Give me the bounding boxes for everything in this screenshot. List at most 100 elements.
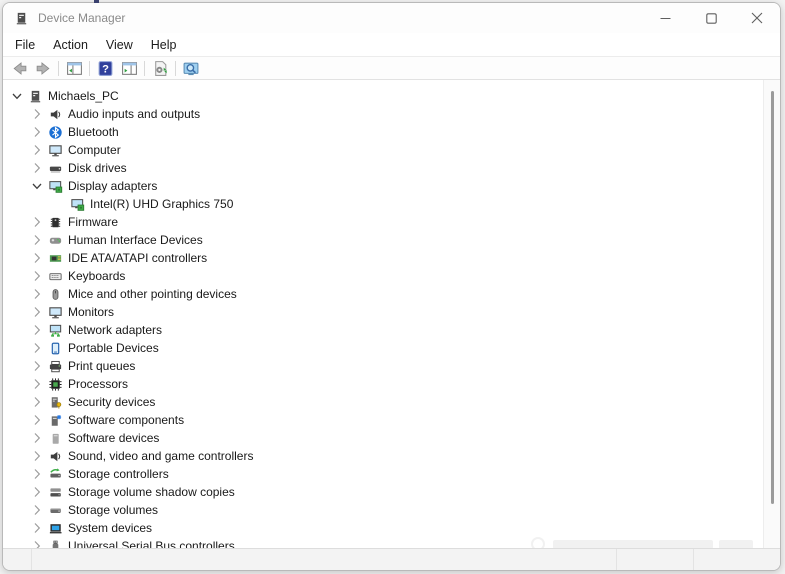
chevron-right-icon[interactable] xyxy=(29,142,45,158)
device-manager-app-icon xyxy=(14,11,29,26)
chevron-right-icon[interactable] xyxy=(29,322,45,338)
console-tree-icon xyxy=(66,60,83,77)
titlebar[interactable]: Device Manager xyxy=(3,3,780,33)
shadow-copies-icon xyxy=(47,484,63,500)
chevron-right-icon[interactable] xyxy=(29,106,45,122)
tree-item-label: Bluetooth xyxy=(68,125,119,139)
tree-item-label: Storage volume shadow copies xyxy=(68,485,235,499)
tree-item-computer[interactable]: Computer xyxy=(3,141,763,159)
tree-item-keyboards[interactable]: Keyboards xyxy=(3,267,763,285)
chevron-down-icon[interactable] xyxy=(29,178,45,194)
vertical-scrollbar[interactable] xyxy=(763,80,780,548)
forward-button[interactable] xyxy=(31,58,55,79)
tree-item-michaels-pc[interactable]: Michaels_PC xyxy=(3,87,763,105)
storage-controller-icon xyxy=(47,466,63,482)
chevron-right-icon[interactable] xyxy=(29,466,45,482)
tree-item-mice-and-other-pointing-devices[interactable]: Mice and other pointing devices xyxy=(3,285,763,303)
maximize-button[interactable] xyxy=(688,3,734,33)
tree-item-sound-video-and-game-controllers[interactable]: Sound, video and game controllers xyxy=(3,447,763,465)
chevron-right-icon[interactable] xyxy=(29,538,45,548)
back-arrow-icon xyxy=(11,60,28,77)
tree-item-label: Storage controllers xyxy=(68,467,169,481)
tree-item-label: Mice and other pointing devices xyxy=(68,287,237,301)
scrollbar-thumb[interactable] xyxy=(771,91,774,504)
toolbar-separator xyxy=(175,61,176,76)
tree-item-monitors[interactable]: Monitors xyxy=(3,303,763,321)
chevron-right-icon[interactable] xyxy=(29,124,45,140)
gamepad-icon xyxy=(47,232,63,248)
minimize-button[interactable] xyxy=(642,3,688,33)
tree-item-print-queues[interactable]: Print queues xyxy=(3,357,763,375)
chevron-right-icon[interactable] xyxy=(29,214,45,230)
chevron-right-icon[interactable] xyxy=(29,484,45,500)
menu-help[interactable]: Help xyxy=(142,35,186,55)
tree-item-disk-drives[interactable]: Disk drives xyxy=(3,159,763,177)
chevron-right-icon[interactable] xyxy=(29,520,45,536)
tree-item-display-adapters[interactable]: Display adapters xyxy=(3,177,763,195)
tree-item-label: Monitors xyxy=(68,305,114,319)
tree-item-portable-devices[interactable]: Portable Devices xyxy=(3,339,763,357)
chevron-right-icon[interactable] xyxy=(29,340,45,356)
speaker-icon xyxy=(47,106,63,122)
tree-item-intel-uhd-graphics-750[interactable]: Intel(R) UHD Graphics 750 xyxy=(3,195,763,213)
tree-item-storage-volume-shadow-copies[interactable]: Storage volume shadow copies xyxy=(3,483,763,501)
usb-icon xyxy=(47,538,63,548)
tree-item-firmware[interactable]: Firmware xyxy=(3,213,763,231)
tree-item-audio-inputs-and-outputs[interactable]: Audio inputs and outputs xyxy=(3,105,763,123)
tree-item-storage-volumes[interactable]: Storage volumes xyxy=(3,501,763,519)
chevron-right-icon[interactable] xyxy=(29,358,45,374)
tree-item-security-devices[interactable]: Security devices xyxy=(3,393,763,411)
tree-item-network-adapters[interactable]: Network adapters xyxy=(3,321,763,339)
menu-view[interactable]: View xyxy=(97,35,142,55)
help-icon xyxy=(97,60,114,77)
tree-item-label: System devices xyxy=(68,521,152,535)
chevron-right-icon[interactable] xyxy=(29,412,45,428)
window-title: Device Manager xyxy=(38,11,125,25)
back-button[interactable] xyxy=(7,58,31,79)
disk-drive-icon xyxy=(47,160,63,176)
screen-edge-artifact xyxy=(94,0,99,3)
menu-action[interactable]: Action xyxy=(44,35,97,55)
chevron-right-icon[interactable] xyxy=(29,376,45,392)
tree-item-human-interface-devices[interactable]: Human Interface Devices xyxy=(3,231,763,249)
help-button[interactable] xyxy=(93,58,117,79)
tree-item-processors[interactable]: Processors xyxy=(3,375,763,393)
search-devices-button[interactable] xyxy=(179,58,203,79)
software-device-icon xyxy=(47,430,63,446)
cpu-icon xyxy=(47,376,63,392)
chevron-right-icon[interactable] xyxy=(29,394,45,410)
tree-item-software-devices[interactable]: Software devices xyxy=(3,429,763,447)
tree-item-storage-controllers[interactable]: Storage controllers xyxy=(3,465,763,483)
scan-hardware-changes-button[interactable] xyxy=(148,58,172,79)
tree-item-label: Processors xyxy=(68,377,128,391)
printer-icon xyxy=(47,358,63,374)
chevron-right-icon[interactable] xyxy=(29,448,45,464)
menu-file[interactable]: File xyxy=(6,35,44,55)
chevron-right-icon[interactable] xyxy=(29,502,45,518)
software-component-icon xyxy=(47,412,63,428)
controller-board-icon xyxy=(47,250,63,266)
tree-item-ide-ata-atapi-controllers[interactable]: IDE ATA/ATAPI controllers xyxy=(3,249,763,267)
close-button[interactable] xyxy=(734,3,780,33)
tree-item-label: Portable Devices xyxy=(68,341,159,355)
tree-item-bluetooth[interactable]: Bluetooth xyxy=(3,123,763,141)
toolbar-separator xyxy=(144,61,145,76)
chevron-right-icon[interactable] xyxy=(29,286,45,302)
chevron-right-icon[interactable] xyxy=(29,430,45,446)
chevron-right-icon[interactable] xyxy=(29,160,45,176)
tree-item-label: IDE ATA/ATAPI controllers xyxy=(68,251,207,265)
monitor-icon xyxy=(47,304,63,320)
recorder-watermark xyxy=(531,534,753,548)
show-console-tree-button[interactable] xyxy=(62,58,86,79)
chevron-right-icon[interactable] xyxy=(29,268,45,284)
chevron-down-icon[interactable] xyxy=(9,88,25,104)
chevron-right-icon[interactable] xyxy=(29,232,45,248)
tree-item-label: Storage volumes xyxy=(68,503,158,517)
tree-item-label: Display adapters xyxy=(68,179,157,193)
chevron-right-icon[interactable] xyxy=(29,304,45,320)
tree-item-label: Human Interface Devices xyxy=(68,233,203,247)
tree-item-software-components[interactable]: Software components xyxy=(3,411,763,429)
chevron-right-icon[interactable] xyxy=(29,250,45,266)
show-action-pane-button[interactable] xyxy=(117,58,141,79)
watermark-logo-icon xyxy=(531,537,545,548)
